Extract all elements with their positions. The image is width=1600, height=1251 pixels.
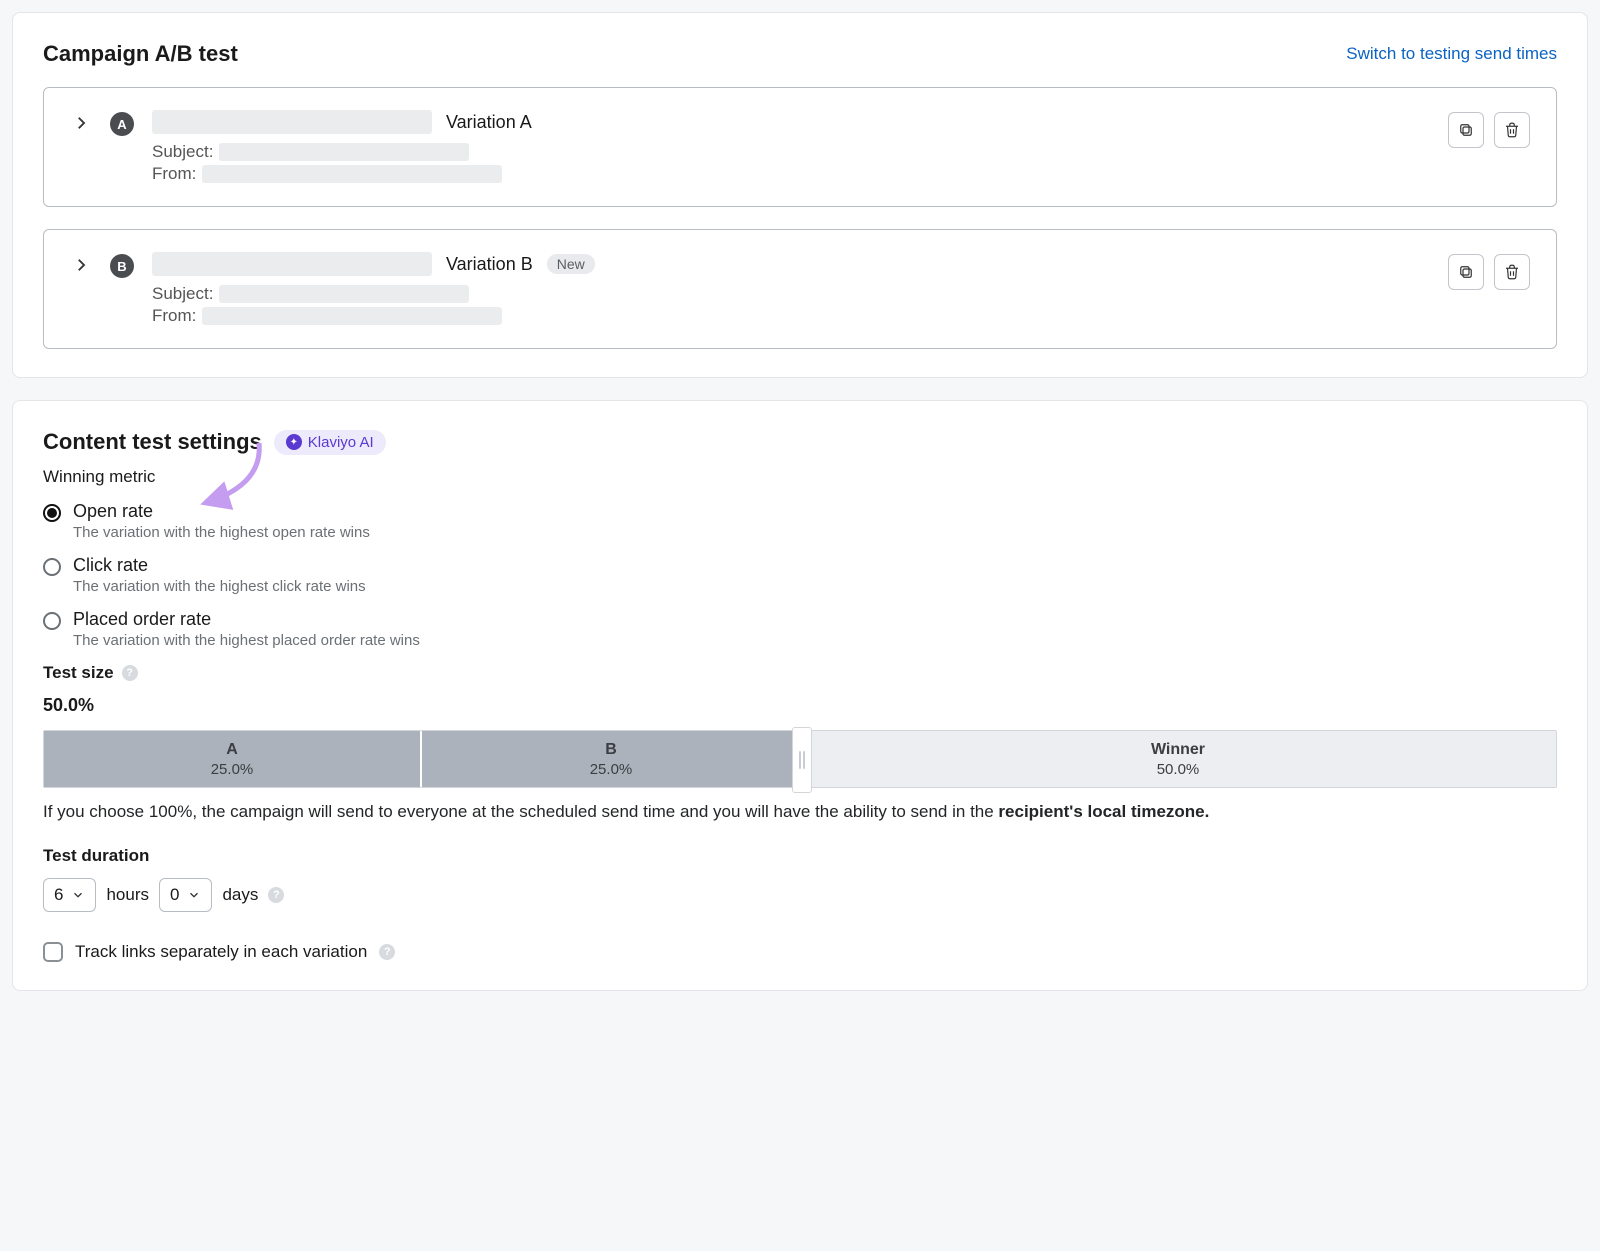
chevron-down-icon [71,888,85,902]
metric-placed-order-rate[interactable]: Placed order rate The variation with the… [43,609,1557,649]
metric-open-rate-label: Open rate [73,501,370,522]
ab-test-header: Campaign A/B test Switch to testing send… [43,41,1557,67]
hours-select[interactable]: 6 [43,878,96,912]
klaviyo-ai-badge[interactable]: ✦ Klaviyo AI [274,430,386,455]
variation-a-subject-label: Subject: [152,142,213,162]
test-size-slider[interactable]: A 25.0% B 25.0% Winner 50.0% [43,730,1557,788]
trash-icon [1503,121,1521,139]
expand-variation-b[interactable] [70,254,92,276]
trash-icon [1503,263,1521,281]
segment-b: B 25.0% [422,731,800,787]
segment-b-pct: 25.0% [590,761,633,778]
segment-a: A 25.0% [44,731,422,787]
segment-winner-label: Winner [1151,741,1205,759]
radio-icon [43,558,61,576]
sparkle-icon: ✦ [286,434,302,450]
content-test-settings-panel: Content test settings ✦ Klaviyo AI Winni… [12,400,1588,991]
metric-placed-order-label: Placed order rate [73,609,420,630]
delete-variation-a-button[interactable] [1494,112,1530,148]
ab-test-title: Campaign A/B test [43,41,238,67]
radio-icon [43,612,61,630]
track-links-checkbox[interactable] [43,942,63,962]
metric-click-rate-label: Click rate [73,555,366,576]
segment-b-label: B [605,741,617,759]
days-value: 0 [170,885,179,905]
metric-open-rate[interactable]: Open rate The variation with the highest… [43,501,1557,541]
test-duration-row: 6 hours 0 days ? [43,878,1557,912]
metric-placed-order-desc: The variation with the highest placed or… [73,632,420,649]
segment-a-label: A [226,741,238,759]
test-size-hint: If you choose 100%, the campaign will se… [43,802,1557,822]
segment-winner-pct: 50.0% [1157,761,1200,778]
variation-a-name-redacted [152,110,432,134]
variation-body-a: Variation A Subject: From: [152,110,1430,184]
switch-send-times-link[interactable]: Switch to testing send times [1346,44,1557,64]
metric-click-rate-desc: The variation with the highest click rat… [73,578,366,595]
variation-a-name: Variation A [446,112,532,133]
variation-b-subject-redacted [219,285,469,303]
variation-b-name-redacted [152,252,432,276]
metric-click-rate[interactable]: Click rate The variation with the highes… [43,555,1557,595]
ab-test-panel: Campaign A/B test Switch to testing send… [12,12,1588,378]
hint-pre: If you choose 100%, the campaign will se… [43,802,998,821]
settings-title: Content test settings [43,429,262,455]
delete-variation-b-button[interactable] [1494,254,1530,290]
duplicate-variation-a-button[interactable] [1448,112,1484,148]
variation-b-from-label: From: [152,306,196,326]
variation-card-a: A Variation A Subject: From: [43,87,1557,207]
settings-header: Content test settings ✦ Klaviyo AI [43,429,1557,455]
help-icon[interactable]: ? [268,887,284,903]
variation-card-b: B Variation B New Subject: From: [43,229,1557,349]
copy-icon [1457,121,1475,139]
track-links-row[interactable]: Track links separately in each variation… [43,942,1557,962]
variation-a-from-label: From: [152,164,196,184]
segment-winner: Winner 50.0% [800,731,1556,787]
slider-handle[interactable] [792,727,812,793]
variation-b-from-redacted [202,307,502,325]
winning-metric-radio-group: Open rate The variation with the highest… [43,501,1557,649]
help-icon[interactable]: ? [122,665,138,681]
test-duration-label: Test duration [43,846,149,866]
hours-value: 6 [54,885,63,905]
ai-badge-text: Klaviyo AI [308,434,374,451]
variation-b-name: Variation B [446,254,533,275]
track-links-label: Track links separately in each variation [75,942,367,962]
new-badge: New [547,254,595,274]
variation-badge-a: A [110,112,134,136]
variation-a-from-redacted [202,165,502,183]
chevron-right-icon [72,114,90,132]
winning-metric-label: Winning metric [43,467,1557,487]
copy-icon [1457,263,1475,281]
variation-b-subject-label: Subject: [152,284,213,304]
variation-a-subject-redacted [219,143,469,161]
variation-badge-b: B [110,254,134,278]
help-icon[interactable]: ? [379,944,395,960]
segment-a-pct: 25.0% [211,761,254,778]
duplicate-variation-b-button[interactable] [1448,254,1484,290]
test-size-label: Test size [43,663,114,683]
days-select[interactable]: 0 [159,878,212,912]
hours-unit: hours [106,885,149,905]
expand-variation-a[interactable] [70,112,92,134]
chevron-down-icon [187,888,201,902]
test-size-percent: 50.0% [43,695,1557,716]
metric-open-rate-desc: The variation with the highest open rate… [73,524,370,541]
radio-icon [43,504,61,522]
variation-body-b: Variation B New Subject: From: [152,252,1430,326]
hint-bold: recipient's local timezone. [998,802,1209,821]
days-unit: days [222,885,258,905]
chevron-right-icon [72,256,90,274]
